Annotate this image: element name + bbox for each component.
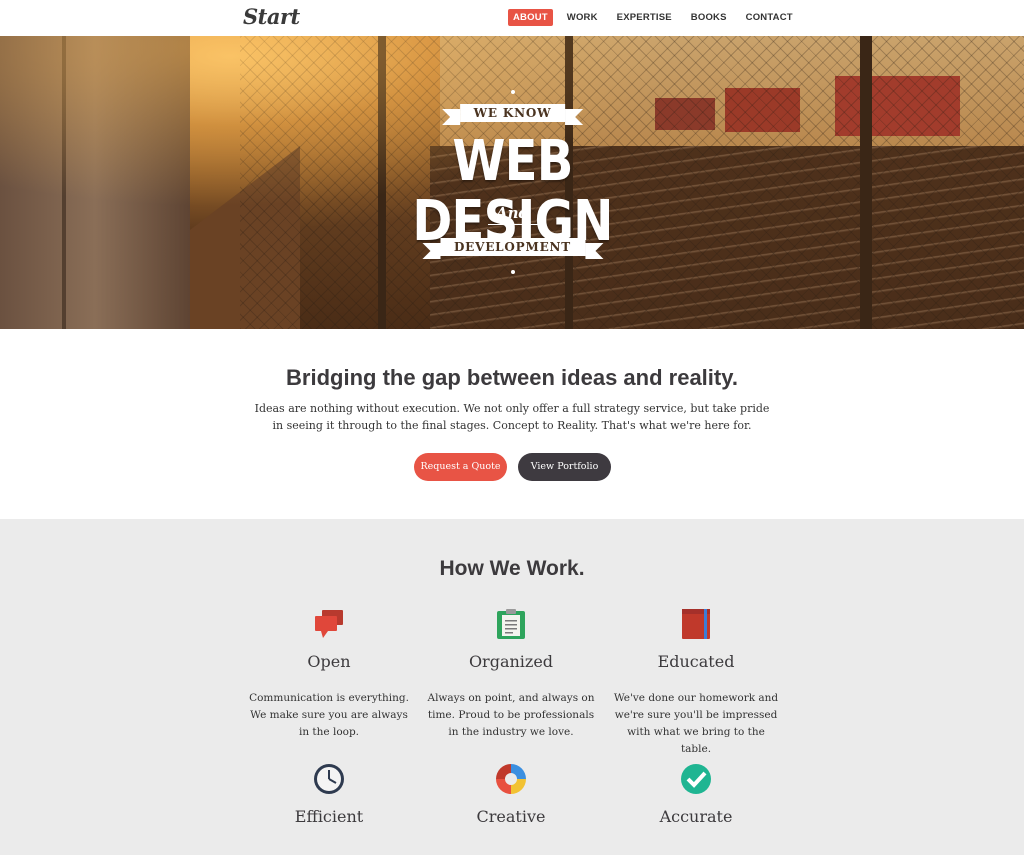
speech-bubbles-icon xyxy=(315,610,343,638)
main-menu: ABOUT WORK EXPERTISE BOOKS CONTACT xyxy=(508,9,807,26)
feature-title: Educated xyxy=(657,652,735,671)
nav-item-expertise[interactable]: EXPERTISE xyxy=(612,9,677,26)
feature-title: Open xyxy=(307,652,351,671)
feature-efficient: Efficient xyxy=(244,763,414,843)
top-navbar: Start ABOUT WORK EXPERTISE BOOKS CONTACT xyxy=(0,0,1024,36)
feature-open: Open Communication is everything. We mak… xyxy=(244,608,414,758)
site-logo[interactable]: Start xyxy=(243,4,300,29)
nav-item-books[interactable]: BOOKS xyxy=(686,9,732,26)
nav-item-work[interactable]: WORK xyxy=(562,9,603,26)
hero-badge: WE KNOW WEB DESIGN And DEVELOPMENT xyxy=(370,86,655,276)
feature-organized: Organized Always on point, and always on… xyxy=(426,608,596,758)
section-heading: How We Work. xyxy=(439,557,585,580)
feature-description: We've done our homework and we're sure y… xyxy=(613,692,779,755)
nav-item-about[interactable]: ABOUT xyxy=(508,9,553,26)
clock-icon xyxy=(314,764,344,794)
how-we-work-section: How We Work. Open Communication is every… xyxy=(0,519,1024,855)
intro-heading: Bridging the gap between ideas and reali… xyxy=(286,365,738,390)
intro-body: Ideas are nothing without execution. We … xyxy=(254,402,770,432)
feature-description: Always on point, and always on time. Pro… xyxy=(427,692,595,738)
color-wheel-icon xyxy=(496,764,526,794)
feature-title: Organized xyxy=(468,652,554,671)
feature-title: Efficient xyxy=(294,807,364,826)
request-quote-button[interactable]: Request a Quote xyxy=(414,453,507,481)
hero-connector: And xyxy=(495,204,530,222)
feature-accurate: Accurate xyxy=(611,763,781,843)
nav-item-contact[interactable]: CONTACT xyxy=(741,9,798,26)
intro-section: Bridging the gap between ideas and reali… xyxy=(0,329,1024,519)
feature-title: Accurate xyxy=(659,807,733,826)
connector-rule xyxy=(488,224,538,225)
ribbon-bottom: DEVELOPMENT xyxy=(421,238,604,259)
feature-description: Communication is everything. We make sur… xyxy=(249,692,409,738)
feature-educated: Educated We've done our homework and we'… xyxy=(611,608,781,758)
ribbon-top: WE KNOW xyxy=(441,104,584,125)
hero-headline: WEB DESIGN xyxy=(412,129,613,254)
badge-dot xyxy=(510,90,515,94)
book-icon xyxy=(682,609,710,639)
view-portfolio-button[interactable]: View Portfolio xyxy=(518,453,611,481)
badge-dot xyxy=(510,270,515,274)
feature-creative: Creative xyxy=(426,763,596,843)
feature-title: Creative xyxy=(476,807,546,826)
clipboard-icon xyxy=(497,609,525,639)
hero-banner: WE KNOW WEB DESIGN And DEVELOPMENT xyxy=(0,36,1024,329)
check-badge-icon xyxy=(681,764,711,794)
